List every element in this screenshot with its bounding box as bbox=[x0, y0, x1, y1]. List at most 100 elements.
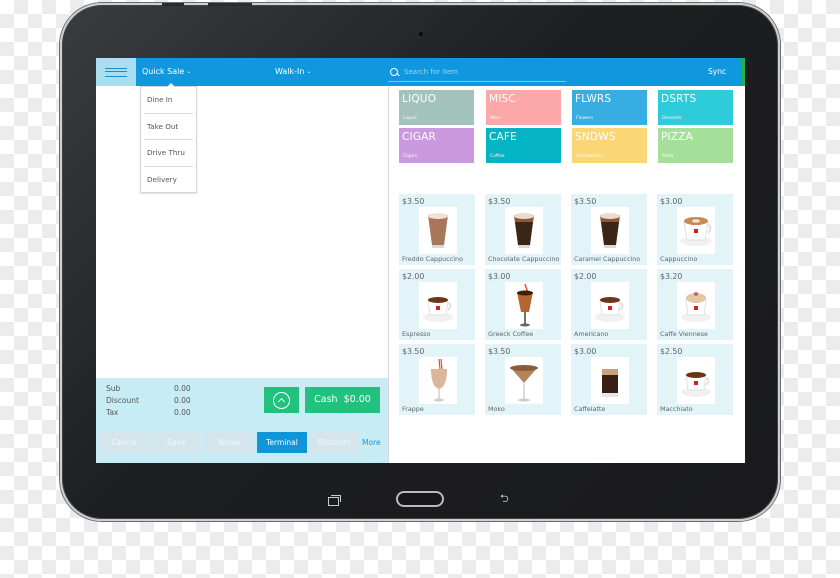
back-icon[interactable]: ⮌ bbox=[500, 493, 509, 505]
product-name: Cappuccino bbox=[660, 255, 698, 263]
category-name: Desserts bbox=[662, 116, 682, 121]
product-name: Espresso bbox=[402, 330, 431, 338]
menu-button[interactable] bbox=[96, 58, 136, 86]
category-tile-misc[interactable]: MISC Misc bbox=[486, 90, 561, 125]
product-name: Moko bbox=[488, 405, 505, 413]
product-name: Caffelatte bbox=[574, 405, 606, 413]
front-camera bbox=[419, 32, 423, 36]
category-code: CIGAR bbox=[402, 131, 437, 143]
chevron-down-icon: ⌄ bbox=[306, 68, 312, 75]
product-tile-chocolate-cappuccino[interactable]: $3.50 Chocolate Cappuccino bbox=[485, 194, 561, 265]
product-name: Greeck Coffee bbox=[488, 330, 534, 338]
subtotal-row: Sub 0.00 bbox=[106, 384, 191, 393]
category-code: CAFE bbox=[489, 131, 517, 143]
product-image bbox=[677, 282, 715, 329]
product-price: $3.20 bbox=[660, 272, 683, 281]
cash-button[interactable]: Cash $0.00 bbox=[305, 387, 380, 413]
product-price: $3.00 bbox=[488, 272, 511, 281]
notes-button[interactable]: Notes bbox=[205, 432, 254, 453]
product-price: $2.00 bbox=[402, 272, 425, 281]
chevron-down-icon: ⌄ bbox=[186, 68, 192, 75]
product-price: $3.00 bbox=[660, 197, 683, 206]
product-tile-caffe-viennese[interactable]: $3.20 Caffe Viennese bbox=[657, 269, 733, 340]
tax-value: 0.00 bbox=[174, 408, 191, 417]
category-tile-coffee[interactable]: CAFE Coffee bbox=[486, 128, 561, 163]
product-image bbox=[591, 207, 629, 254]
product-tile-caffelatte[interactable]: $3.00 Caffelatte bbox=[571, 344, 647, 415]
discount-row: Discount 0.00 bbox=[106, 396, 191, 405]
order-type-dropdown: Dine In Take Out Drive Thru Delivery bbox=[140, 83, 197, 194]
product-tile-caramel-cappuccino[interactable]: $3.50 Caramel Cappuccino bbox=[571, 194, 647, 265]
totals-panel: Sub 0.00 Discount 0.00 Tax 0.00 Cash $0.00 … bbox=[96, 378, 388, 463]
category-name: Cigars bbox=[403, 154, 418, 159]
volume-button bbox=[162, 3, 184, 6]
customer-label: Walk-In bbox=[275, 67, 305, 76]
dropdown-item-delivery[interactable]: Delivery bbox=[144, 167, 193, 194]
product-image bbox=[677, 207, 715, 254]
category-tile-desserts[interactable]: DSRTS Desserts bbox=[658, 90, 733, 125]
product-image bbox=[419, 207, 457, 254]
product-name: Frappe bbox=[402, 405, 424, 413]
discount-value: 0.00 bbox=[174, 396, 191, 405]
product-image bbox=[591, 357, 629, 404]
dropdown-item-dine-in[interactable]: Dine In bbox=[144, 87, 193, 114]
customer-selector[interactable]: Walk-In ⌄ bbox=[275, 58, 312, 86]
search-icon bbox=[390, 67, 398, 76]
product-image bbox=[505, 357, 543, 404]
subtotal-value: 0.00 bbox=[174, 384, 191, 393]
product-name: Chocolate Cappuccino bbox=[488, 255, 560, 263]
product-image bbox=[505, 207, 543, 254]
more-link[interactable]: More bbox=[362, 432, 381, 453]
discount-button[interactable]: Discount bbox=[310, 432, 359, 453]
product-tile-espresso[interactable]: $2.00 Espresso bbox=[399, 269, 475, 340]
product-price: $2.50 bbox=[660, 347, 683, 356]
product-image bbox=[419, 282, 457, 329]
hamburger-icon bbox=[105, 67, 127, 77]
category-name: Liquor bbox=[403, 116, 418, 121]
category-name: Sandwiches bbox=[576, 154, 603, 159]
product-price: $3.00 bbox=[574, 347, 597, 356]
top-bar: Quick Sale⌄ Walk-In⌄ Sync bbox=[96, 58, 745, 86]
category-name: Misc bbox=[490, 116, 500, 121]
order-type-label: Quick Sale bbox=[142, 67, 185, 76]
category-tile-pizza[interactable]: PIZZA Pizza bbox=[658, 128, 733, 163]
dropdown-item-take-out[interactable]: Take Out bbox=[144, 114, 193, 140]
product-price: $3.50 bbox=[488, 197, 511, 206]
product-name: Freddo Cappuccino bbox=[402, 255, 463, 263]
product-price: $3.50 bbox=[402, 197, 425, 206]
product-name: Macchiato bbox=[660, 405, 693, 413]
recent-apps-icon[interactable] bbox=[328, 495, 341, 506]
category-tile-flowers[interactable]: FLWRS Flowers bbox=[572, 90, 647, 125]
dropdown-item-drive-thru[interactable]: Drive Thru bbox=[144, 140, 193, 167]
category-tile-cigars[interactable]: CIGAR Cigars bbox=[399, 128, 474, 163]
search-input[interactable] bbox=[404, 67, 554, 76]
chevron-up-icon bbox=[273, 391, 290, 409]
cancel-button[interactable]: Cancel bbox=[99, 432, 149, 453]
product-tile-frappe[interactable]: $3.50 Frappe bbox=[399, 344, 475, 415]
product-tile-moko[interactable]: $3.50 Moko bbox=[485, 344, 561, 415]
product-tile-macchiato[interactable]: $2.50 Macchiato bbox=[657, 344, 733, 415]
status-indicator bbox=[741, 58, 745, 86]
product-tile-freddo-cappuccino[interactable]: $3.50 Freddo Cappuccino bbox=[399, 194, 475, 265]
search-bar bbox=[388, 62, 566, 82]
home-button[interactable] bbox=[396, 491, 444, 507]
power-button bbox=[208, 3, 252, 6]
sync-button[interactable]: Sync bbox=[708, 58, 726, 86]
category-code: DSRTS bbox=[661, 93, 697, 105]
product-price: $3.50 bbox=[488, 347, 511, 356]
product-image bbox=[419, 357, 457, 404]
category-tile-liquor[interactable]: LIQUO Liquor bbox=[399, 90, 474, 125]
expand-button[interactable] bbox=[264, 387, 299, 413]
product-tile-cappuccino[interactable]: $3.00 Cappuccino bbox=[657, 194, 733, 265]
terminal-button[interactable]: Terminal bbox=[257, 432, 307, 453]
category-tile-sandwiches[interactable]: SNDWS Sandwiches bbox=[572, 128, 647, 163]
order-type-selector[interactable]: Quick Sale ⌄ bbox=[142, 58, 191, 86]
cash-label: Cash bbox=[314, 394, 338, 405]
save-button[interactable]: Save bbox=[152, 432, 201, 453]
product-tile-americano[interactable]: $2.00 Americano bbox=[571, 269, 647, 340]
product-tile-greeck-coffee[interactable]: $3.00 Greeck Coffee bbox=[485, 269, 561, 340]
category-name: Flowers bbox=[576, 116, 594, 121]
tax-row: Tax 0.00 bbox=[106, 408, 191, 417]
product-price: $3.50 bbox=[402, 347, 425, 356]
tax-label: Tax bbox=[106, 408, 119, 417]
